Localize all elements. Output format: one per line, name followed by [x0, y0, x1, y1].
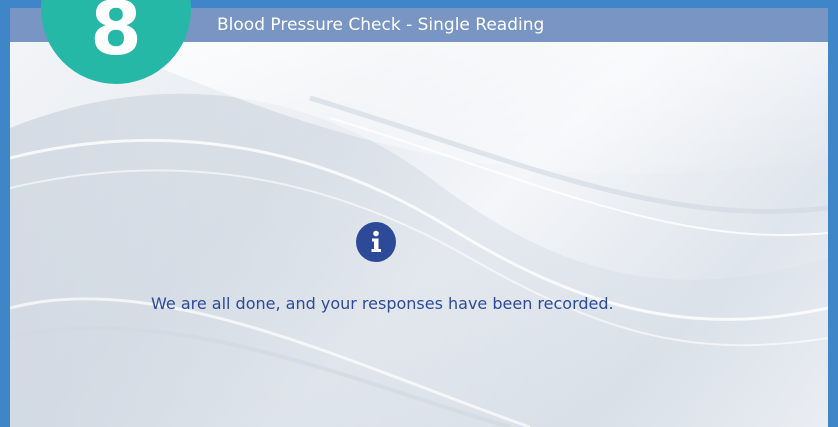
- step-number: 8: [90, 0, 142, 72]
- info-icon: [356, 222, 396, 262]
- survey-title: Blood Pressure Check - Single Reading: [217, 15, 545, 35]
- completion-message: We are all done, and your responses have…: [151, 294, 614, 313]
